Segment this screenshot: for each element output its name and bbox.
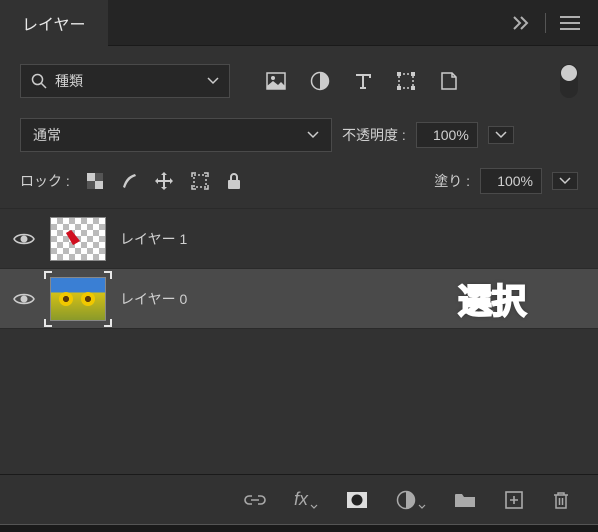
group-icon[interactable] [454, 491, 476, 509]
selection-bracket [104, 271, 112, 279]
search-icon [31, 73, 47, 89]
layers-list: レイヤー 1 レイヤー 0 選択 [0, 208, 598, 329]
panel-menu-icon[interactable] [560, 16, 580, 30]
layer-thumbnail[interactable] [50, 217, 106, 261]
visibility-icon[interactable] [13, 291, 35, 307]
fill-value[interactable]: 100% [480, 168, 542, 194]
tab-bar: レイヤー [0, 0, 598, 46]
bottom-toolbar: fx [0, 474, 598, 524]
adjustment-layer-filter-icon[interactable] [310, 71, 330, 91]
shape-layer-filter-icon[interactable] [396, 71, 416, 91]
resize-grip[interactable] [0, 524, 598, 532]
layer-style-icon[interactable]: fx [294, 489, 318, 510]
lock-position-icon[interactable] [154, 171, 174, 191]
filter-type-dropdown[interactable]: 種類 [20, 64, 230, 98]
filter-row: 種類 [0, 46, 598, 110]
lock-label: ロック : [20, 171, 70, 191]
opacity-label: 不透明度 : [342, 125, 406, 145]
layer-row[interactable]: レイヤー 1 [0, 208, 598, 268]
link-layers-icon[interactable] [244, 493, 266, 507]
blend-row: 通常 不透明度 : 100% [0, 110, 598, 160]
opacity-dropdown[interactable] [488, 126, 514, 144]
layer-mask-icon[interactable] [346, 491, 368, 509]
selection-bracket [104, 319, 112, 327]
lock-transparency-icon[interactable] [86, 172, 104, 190]
lock-image-icon[interactable] [120, 172, 138, 190]
lock-artboard-icon[interactable] [190, 171, 210, 191]
layer-thumbnail[interactable] [50, 277, 106, 321]
blend-mode-dropdown[interactable]: 通常 [20, 118, 332, 152]
blend-mode-label: 通常 [33, 125, 61, 145]
selection-bracket [44, 319, 52, 327]
chevron-down-icon [207, 77, 219, 85]
fill-dropdown[interactable] [552, 172, 578, 190]
layers-panel: レイヤー 種類 [0, 0, 598, 532]
filter-toggle[interactable] [560, 64, 578, 98]
lock-all-icon[interactable] [226, 172, 242, 190]
tab-layers[interactable]: レイヤー [0, 0, 108, 47]
type-layer-filter-icon[interactable] [354, 72, 372, 90]
layer-name[interactable]: レイヤー 0 [120, 289, 187, 309]
chevron-down-icon [307, 131, 319, 139]
cursor-icon [66, 228, 80, 244]
pixel-layer-filter-icon[interactable] [266, 72, 286, 90]
delete-layer-icon[interactable] [552, 490, 570, 510]
visibility-icon[interactable] [13, 231, 35, 247]
filter-label: 種類 [55, 71, 83, 91]
annotation-label: 選択 [458, 274, 526, 323]
smart-object-filter-icon[interactable] [440, 71, 458, 91]
new-layer-icon[interactable] [504, 490, 524, 510]
adjustment-layer-icon[interactable] [396, 490, 426, 510]
fill-label: 塗り : [434, 171, 470, 191]
layer-name[interactable]: レイヤー 1 [120, 229, 187, 249]
lock-row: ロック : 塗り : 100% [0, 160, 598, 202]
collapse-icon[interactable] [513, 16, 531, 30]
divider [545, 13, 546, 33]
opacity-value[interactable]: 100% [416, 122, 478, 148]
layer-row[interactable]: レイヤー 0 選択 [0, 268, 598, 328]
selection-bracket [44, 271, 52, 279]
